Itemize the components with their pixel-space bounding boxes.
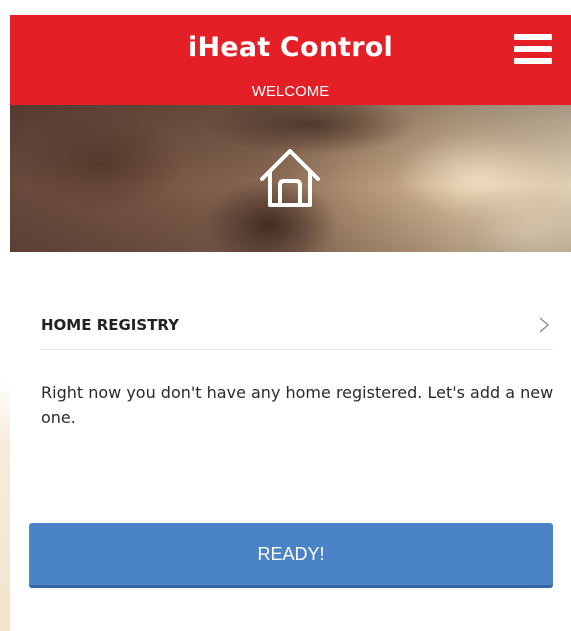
home-registry-title: HOME REGISTRY	[41, 316, 180, 334]
home-icon	[260, 149, 320, 207]
chevron-right-icon	[539, 317, 549, 333]
app-screen: iHeat Control WELCOME HOME REGISTRY Righ…	[10, 15, 571, 631]
hero-banner	[10, 105, 571, 252]
page-subtitle: WELCOME	[251, 83, 330, 100]
app-header: iHeat Control WELCOME	[10, 15, 571, 105]
hamburger-menu-icon[interactable]	[514, 34, 552, 64]
page-background-edge	[0, 0, 10, 631]
app-title: iHeat Control	[188, 32, 393, 63]
empty-state-message: Right now you don't have any home regist…	[41, 383, 554, 427]
home-registry-row[interactable]: HOME REGISTRY	[41, 311, 553, 350]
ready-button[interactable]: READY!	[29, 523, 553, 588]
